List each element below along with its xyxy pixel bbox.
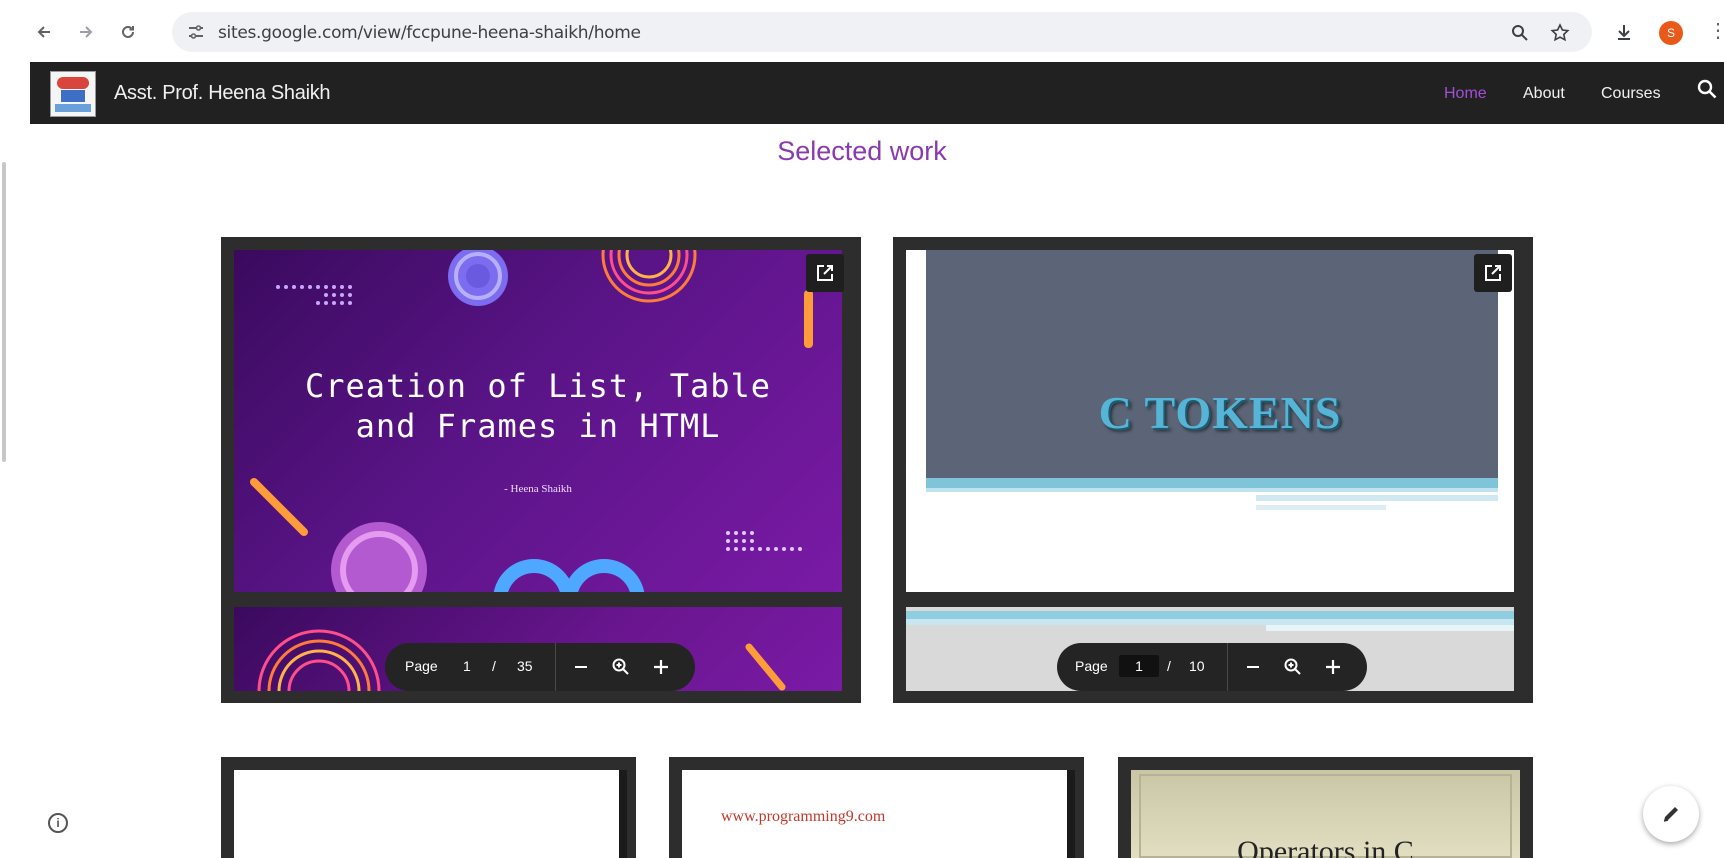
slide-watermark: www.programming9.com bbox=[721, 808, 886, 825]
search-icon[interactable] bbox=[1696, 78, 1718, 105]
kebab-menu-icon[interactable]: ⋮ bbox=[1708, 18, 1724, 43]
slide-operators: Operators in C bbox=[1131, 770, 1520, 858]
open-in-new-icon[interactable] bbox=[806, 254, 844, 292]
edit-pencil-icon[interactable] bbox=[1643, 786, 1699, 842]
star-icon[interactable] bbox=[1548, 21, 1572, 45]
reload-icon[interactable] bbox=[114, 18, 142, 46]
slide-1: Creation of List, Table and Frames in HT… bbox=[234, 250, 842, 592]
slide-title-line1: Creation of List, Table bbox=[304, 367, 772, 405]
browser-toolbar: sites.google.com/view/fccpune-heena-shai… bbox=[0, 0, 1724, 62]
left-gutter bbox=[0, 62, 30, 858]
page-total: 10 bbox=[1189, 658, 1205, 674]
embed-c-tokens[interactable]: C TOKENS Page 1 / 10 bbox=[893, 237, 1533, 703]
minus-icon[interactable] bbox=[1241, 655, 1265, 679]
plus-icon[interactable] bbox=[649, 655, 673, 679]
page-total: 35 bbox=[517, 658, 533, 674]
slide-c-tokens: C TOKENS bbox=[906, 250, 1514, 592]
zoom-in-icon[interactable] bbox=[1281, 655, 1305, 679]
page-label: Page bbox=[405, 658, 438, 674]
page-current-input[interactable]: 1 bbox=[463, 658, 471, 674]
pdf-toolbar: Page 1 / 35 bbox=[385, 643, 695, 691]
tune-icon[interactable] bbox=[186, 22, 206, 42]
open-in-new-icon[interactable] bbox=[1474, 254, 1512, 292]
info-icon[interactable]: i bbox=[48, 813, 68, 833]
forward-arrow-icon[interactable] bbox=[72, 18, 100, 46]
page-label: Page bbox=[1075, 658, 1108, 674]
pdf-toolbar: Page 1 / 10 bbox=[1057, 643, 1367, 691]
nav-about[interactable]: About bbox=[1523, 85, 1565, 103]
embed-html-slides[interactable]: Creation of List, Table and Frames in HT… bbox=[221, 237, 861, 703]
minus-icon[interactable] bbox=[569, 655, 593, 679]
site-header: Asst. Prof. Heena Shaikh Home About Cour… bbox=[30, 62, 1724, 124]
slide-title: Operators in C bbox=[1237, 835, 1414, 858]
page-current-input[interactable]: 1 bbox=[1119, 655, 1159, 677]
zoom-in-icon[interactable] bbox=[609, 655, 633, 679]
embed-operators-in-c[interactable]: Operators in C bbox=[1118, 757, 1533, 858]
site-title[interactable]: Asst. Prof. Heena Shaikh bbox=[114, 82, 331, 105]
back-arrow-icon[interactable] bbox=[30, 18, 58, 46]
scrollbar[interactable] bbox=[2, 162, 6, 462]
embed-programming9[interactable]: www.programming9.com bbox=[669, 757, 1084, 858]
download-icon[interactable] bbox=[1610, 18, 1638, 46]
nav-courses[interactable]: Courses bbox=[1601, 85, 1661, 103]
url-text[interactable]: sites.google.com/view/fccpune-heena-shai… bbox=[218, 23, 641, 43]
slide-title-line2: and Frames in HTML bbox=[355, 407, 721, 445]
site-logo[interactable] bbox=[50, 71, 96, 117]
section-title: Selected work bbox=[777, 136, 947, 166]
slide-blank bbox=[234, 770, 623, 858]
slide-programming9: www.programming9.com bbox=[682, 770, 1071, 858]
slide-byline: - Heena Shaikh bbox=[504, 483, 572, 495]
nav-home[interactable]: Home bbox=[1444, 85, 1487, 103]
embed-blank[interactable] bbox=[221, 757, 636, 858]
slide-title: C TOKENS bbox=[1098, 387, 1342, 438]
address-bar[interactable]: sites.google.com/view/fccpune-heena-shai… bbox=[172, 12, 1592, 52]
profile-avatar[interactable]: S bbox=[1659, 21, 1683, 45]
plus-icon[interactable] bbox=[1321, 655, 1345, 679]
zoom-icon[interactable] bbox=[1508, 21, 1532, 45]
page-separator: / bbox=[492, 658, 496, 674]
page-separator: / bbox=[1167, 658, 1171, 674]
